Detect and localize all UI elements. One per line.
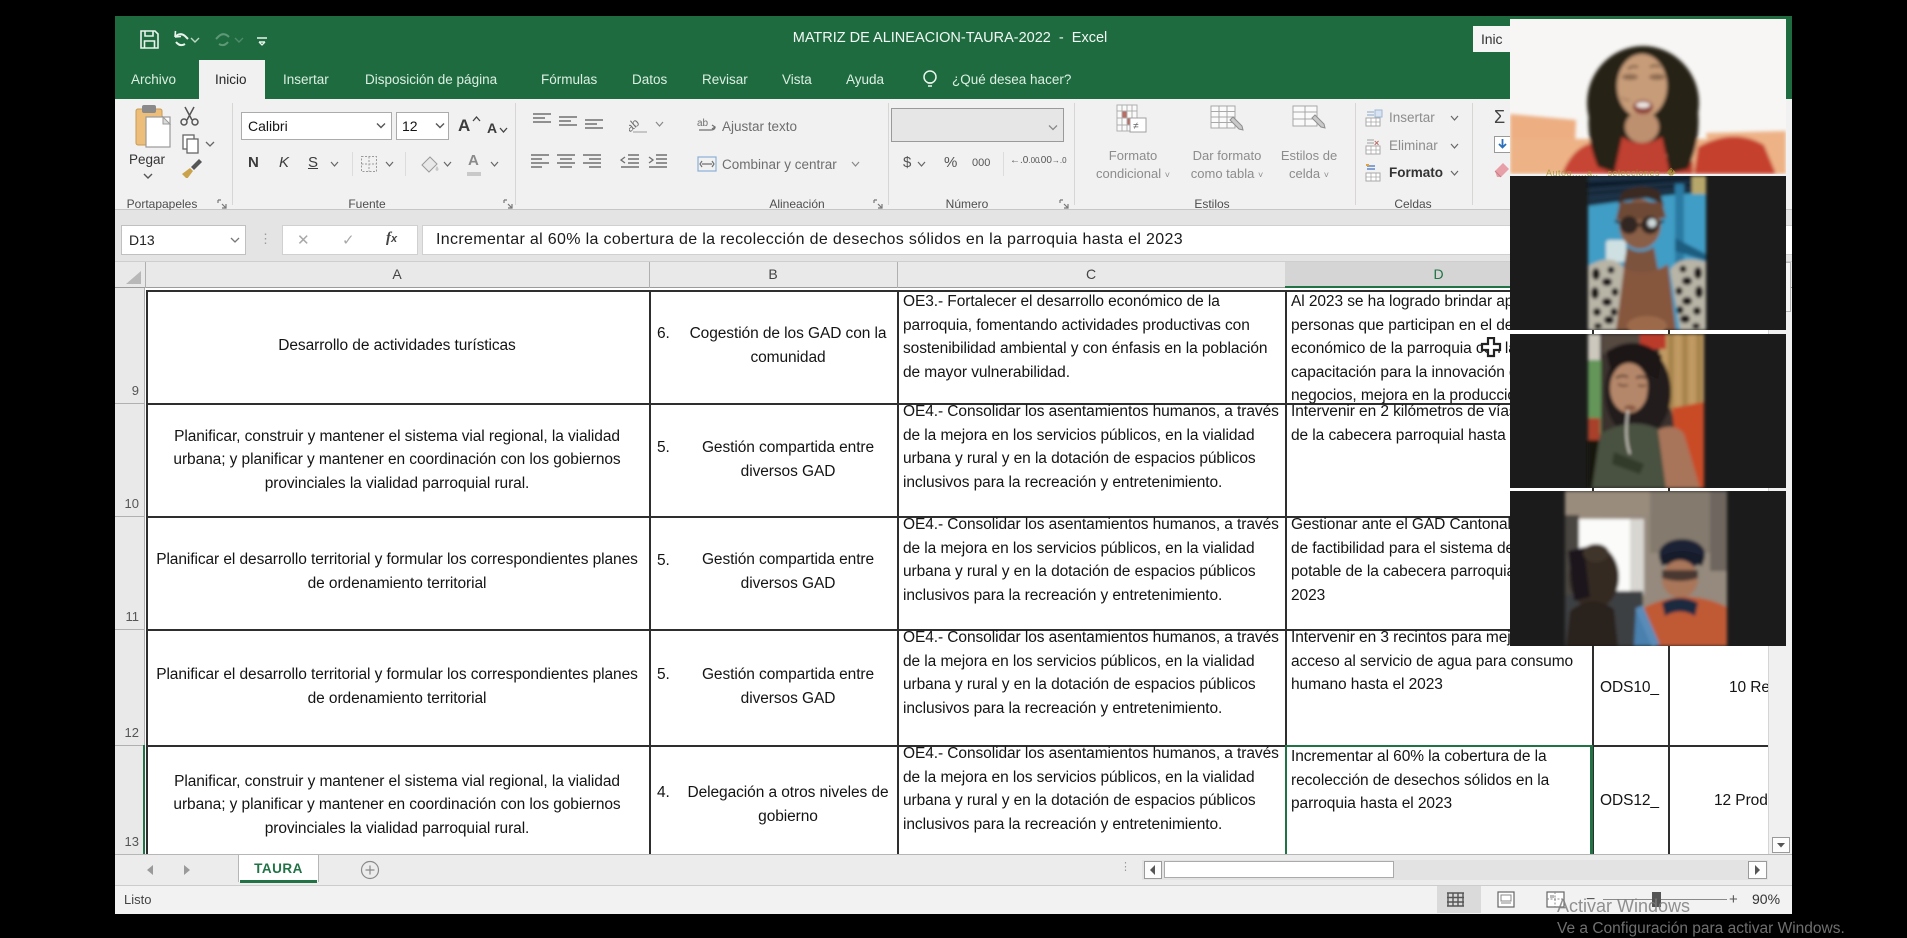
svg-text:ab: ab <box>697 118 709 129</box>
svg-text:ab: ab <box>629 115 642 134</box>
svg-text:≠: ≠ <box>1133 121 1139 132</box>
